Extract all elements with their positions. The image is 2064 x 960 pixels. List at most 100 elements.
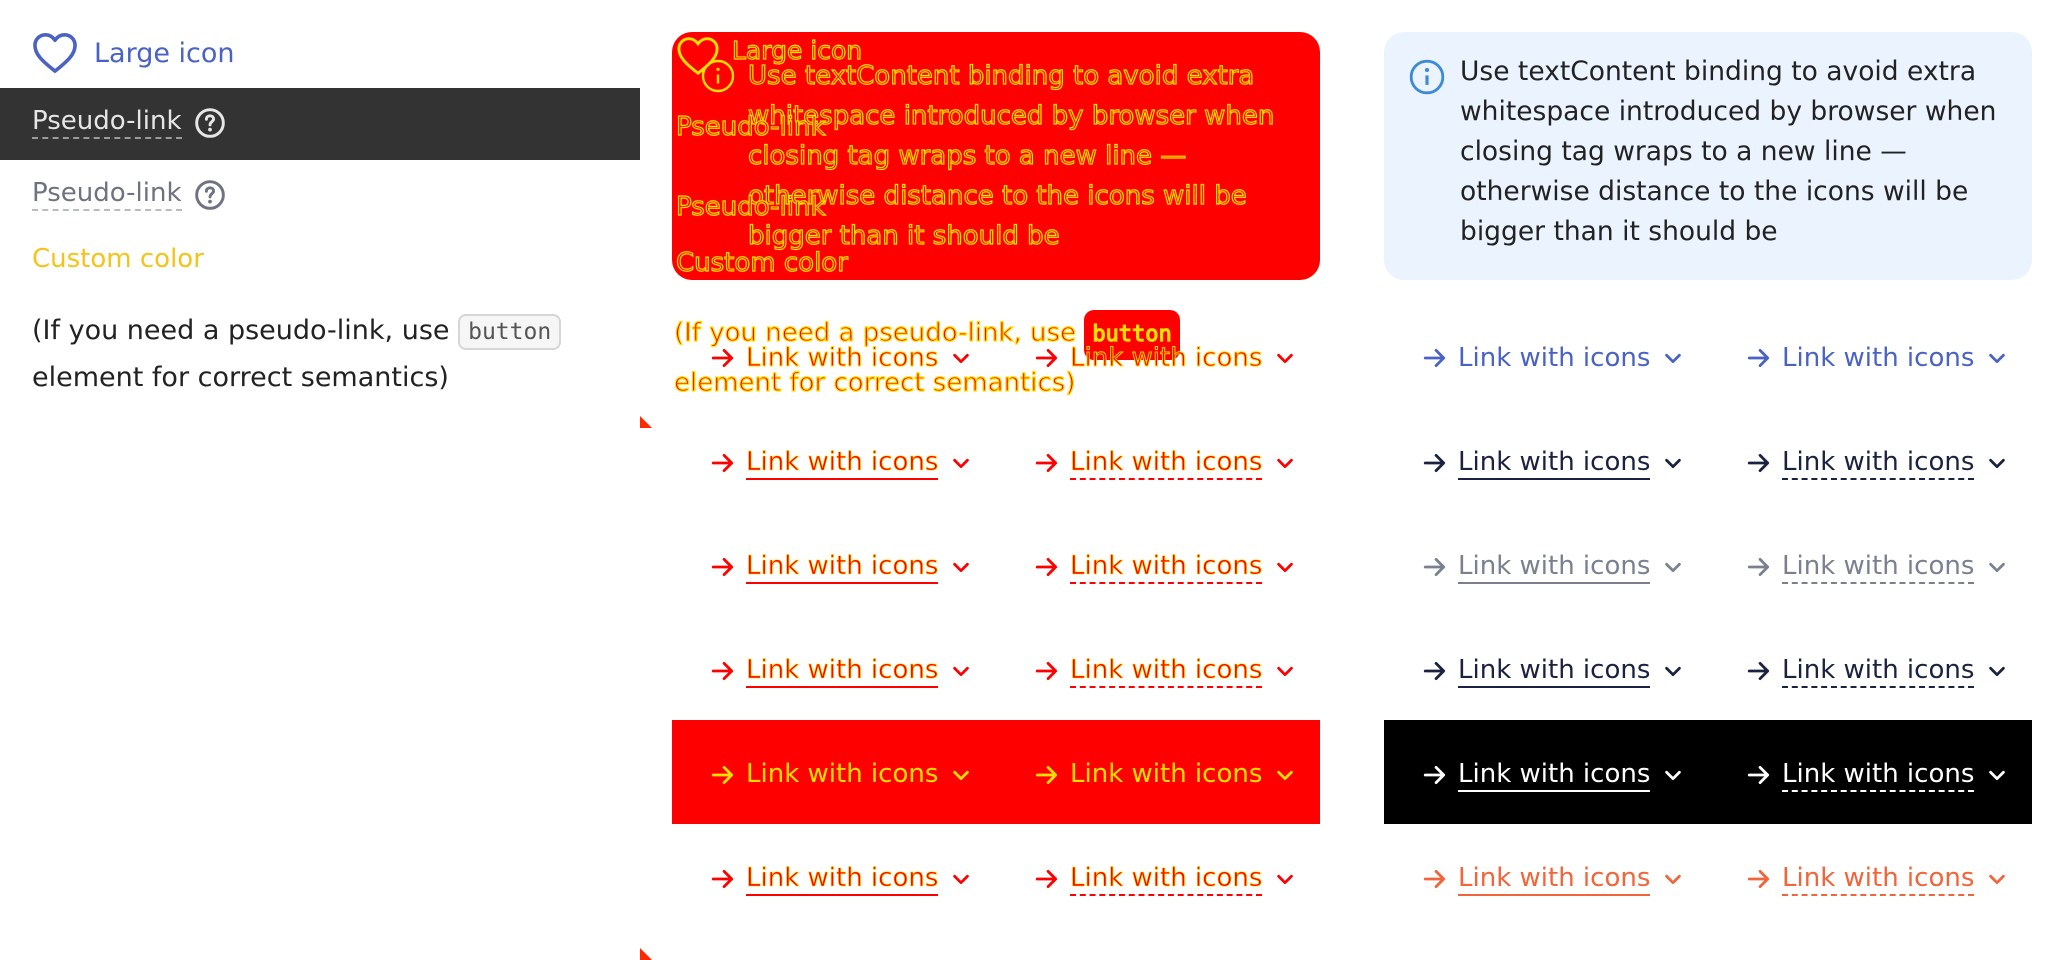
- link-label: Link with icons: [1070, 550, 1263, 584]
- link-with-icons[interactable]: Link with icons: [1422, 550, 1684, 584]
- corner-mark: [640, 948, 652, 960]
- link-label: Link with icons: [1782, 343, 1975, 373]
- link-with-icons[interactable]: Link with icons: [1422, 654, 1684, 688]
- code-snippet: button: [458, 314, 562, 350]
- link-label: Link with icons: [746, 758, 939, 792]
- corner-mark: [640, 416, 652, 428]
- arrow-right-icon: [1422, 866, 1448, 892]
- info-text: Use textContent binding to avoid extra w…: [1460, 56, 1997, 247]
- link-label: Link with icons: [1458, 343, 1651, 373]
- link-label: Link with icons: [1782, 758, 1975, 792]
- link-label: Link with icons: [1782, 446, 1975, 480]
- link-with-icons[interactable]: Link with icons: [1746, 550, 2008, 584]
- link-with-icons[interactable]: Link with icons: [1034, 342, 1296, 374]
- pseudo-link-label: Pseudo-link: [32, 106, 182, 139]
- large-icon-label: Large icon: [94, 37, 235, 69]
- link-with-icons[interactable]: Link with icons: [710, 654, 972, 688]
- arrow-right-icon: [1422, 658, 1448, 684]
- pseudo-link-light[interactable]: Pseudo-link: [32, 178, 226, 211]
- red-box-content: Large icon Use textContent binding to av…: [672, 32, 1320, 280]
- link-with-icons[interactable]: Link with icons: [1034, 654, 1296, 688]
- chevron-down-icon: [950, 452, 972, 474]
- chevron-down-icon: [950, 556, 972, 578]
- link-label: Link with icons: [1458, 446, 1651, 480]
- arrow-right-icon: [1034, 450, 1060, 476]
- link-with-icons[interactable]: Link with icons: [1746, 758, 2008, 792]
- arrow-right-icon: [710, 345, 736, 371]
- chevron-down-icon: [1274, 347, 1296, 369]
- chevron-down-icon: [1986, 347, 2008, 369]
- custom-color-link[interactable]: Custom color: [675, 247, 848, 278]
- chevron-down-icon: [1986, 764, 2008, 786]
- link-with-icons[interactable]: Link with icons: [710, 550, 972, 584]
- link-with-icons[interactable]: Link with icons: [1746, 342, 2008, 374]
- link-with-icons[interactable]: Link with icons: [1746, 446, 2008, 480]
- link-with-icons[interactable]: Link with icons: [1422, 342, 1684, 374]
- link-label: Link with icons: [746, 654, 939, 688]
- link-label: Link with icons: [1458, 654, 1651, 688]
- chevron-down-icon: [1274, 868, 1296, 890]
- chevron-down-icon: [1274, 660, 1296, 682]
- info-circle-icon: [700, 58, 736, 94]
- arrow-right-icon: [710, 866, 736, 892]
- question-circle-icon[interactable]: [194, 107, 226, 139]
- link-with-icons[interactable]: Link with icons: [1422, 446, 1684, 480]
- link-with-icons[interactable]: Link with icons: [710, 342, 972, 374]
- chevron-down-icon: [950, 660, 972, 682]
- custom-color-link[interactable]: Custom color: [32, 244, 204, 274]
- arrow-right-icon: [1034, 554, 1060, 580]
- link-with-icons[interactable]: Link with icons: [710, 862, 972, 896]
- link-label: Link with icons: [746, 343, 939, 374]
- arrow-right-icon: [1422, 345, 1448, 371]
- chevron-down-icon: [1986, 556, 2008, 578]
- heart-icon: [32, 32, 78, 74]
- chevron-down-icon: [1662, 660, 1684, 682]
- arrow-right-icon: [1746, 554, 1772, 580]
- chevron-down-icon: [1274, 452, 1296, 474]
- arrow-right-icon: [710, 762, 736, 788]
- arrow-right-icon: [1034, 866, 1060, 892]
- link-with-icons[interactable]: Link with icons: [1034, 862, 1296, 896]
- chevron-down-icon: [1662, 868, 1684, 890]
- link-label: Link with icons: [746, 446, 939, 480]
- link-with-icons[interactable]: Link with icons: [1034, 446, 1296, 480]
- large-icon-link[interactable]: Large icon: [32, 28, 235, 78]
- arrow-right-icon: [1746, 866, 1772, 892]
- link-with-icons[interactable]: Link with icons: [1034, 550, 1296, 584]
- pseudo-link-dark[interactable]: Pseudo-link: [32, 106, 226, 139]
- link-with-icons[interactable]: Link with icons: [1746, 654, 2008, 688]
- pseudo-link-label[interactable]: Pseudo-link: [675, 191, 826, 222]
- arrow-right-icon: [1422, 762, 1448, 788]
- pseudo-link-label[interactable]: Pseudo-link: [675, 111, 826, 142]
- arrow-right-icon: [710, 658, 736, 684]
- chevron-down-icon: [950, 347, 972, 369]
- link-label: Link with icons: [746, 550, 939, 584]
- link-with-icons[interactable]: Link with icons: [710, 446, 972, 480]
- link-with-icons[interactable]: Link with icons: [710, 758, 972, 792]
- chevron-down-icon: [1662, 347, 1684, 369]
- link-label: Link with icons: [1458, 862, 1651, 896]
- link-with-icons[interactable]: Link with icons: [1422, 862, 1684, 896]
- chevron-down-icon: [950, 868, 972, 890]
- link-label: Link with icons: [1782, 862, 1975, 896]
- arrow-right-icon: [710, 554, 736, 580]
- link-label: Link with icons: [1070, 654, 1263, 688]
- question-circle-icon[interactable]: [194, 179, 226, 211]
- left-panel: Large icon Pseudo-link Pseudo-link Custo…: [0, 0, 640, 428]
- link-label: Link with icons: [1782, 654, 1975, 688]
- arrow-right-icon: [1422, 554, 1448, 580]
- link-with-icons[interactable]: Link with icons: [1746, 862, 2008, 896]
- arrow-right-icon: [1034, 658, 1060, 684]
- link-with-icons[interactable]: Link with icons: [1034, 758, 1296, 792]
- chevron-down-icon: [1274, 556, 1296, 578]
- arrow-right-icon: [1746, 762, 1772, 788]
- chevron-down-icon: [950, 764, 972, 786]
- note-text-before: (If you need a pseudo-link, use: [32, 315, 459, 346]
- chevron-down-icon: [1662, 556, 1684, 578]
- info-circle-icon: [1408, 58, 1446, 96]
- link-label: Link with icons: [746, 862, 939, 896]
- link-label: Link with icons: [1070, 758, 1263, 792]
- link-with-icons[interactable]: Link with icons: [1422, 758, 1684, 792]
- link-label: Link with icons: [1070, 446, 1263, 480]
- arrow-right-icon: [710, 450, 736, 476]
